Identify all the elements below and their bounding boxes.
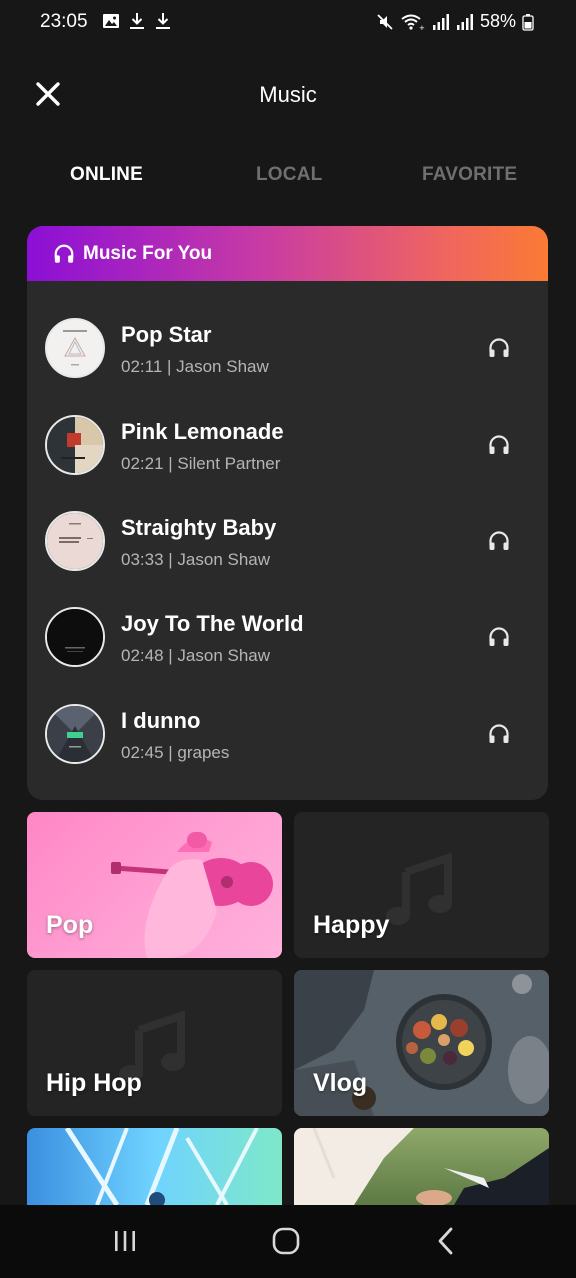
home-icon[interactable] bbox=[268, 1225, 304, 1257]
download-icon bbox=[156, 13, 170, 29]
track-title: Straighty Baby bbox=[121, 515, 277, 540]
category-label: Happy bbox=[313, 911, 390, 939]
headphones-icon[interactable] bbox=[487, 336, 511, 360]
tab-local[interactable]: LOCAL bbox=[256, 164, 322, 186]
category-label: Vlog bbox=[313, 1069, 368, 1097]
track-cover bbox=[45, 607, 105, 667]
track-title: Pop Star bbox=[121, 322, 212, 347]
track-cover bbox=[45, 318, 105, 378]
track-cover bbox=[45, 511, 105, 571]
mute-icon bbox=[377, 13, 393, 30]
card-title: Music For You bbox=[83, 242, 213, 264]
track-meta: 02:48 | Jason Shaw bbox=[121, 646, 271, 665]
headphones-icon[interactable] bbox=[487, 625, 511, 649]
tab-favorite[interactable]: FAVORITE bbox=[422, 164, 517, 186]
headphones-icon[interactable] bbox=[487, 433, 511, 457]
signal-icon bbox=[432, 13, 449, 30]
status-bar: 23:05 + 58% bbox=[0, 0, 576, 46]
headphones-icon[interactable] bbox=[487, 722, 511, 746]
page-title: Music bbox=[259, 82, 317, 107]
status-time: 23:05 bbox=[40, 11, 88, 32]
track-title: Pink Lemonade bbox=[121, 419, 284, 444]
recents-icon[interactable] bbox=[107, 1225, 143, 1257]
battery-icon bbox=[522, 13, 534, 31]
track-meta: 02:21 | Silent Partner bbox=[121, 454, 281, 473]
headphones-icon[interactable] bbox=[487, 529, 511, 553]
svg-text:+: + bbox=[419, 24, 425, 31]
track-item[interactable]: Joy To The World 02:48 | Jason Shaw bbox=[27, 607, 548, 697]
signal-icon bbox=[456, 13, 473, 30]
header: Music bbox=[0, 66, 576, 124]
card-header: Music For You bbox=[27, 226, 548, 281]
track-title: I dunno bbox=[121, 708, 201, 733]
battery-percent: 58% bbox=[479, 11, 516, 31]
category-happy[interactable]: Happy bbox=[294, 812, 549, 958]
track-meta: 02:11 | Jason Shaw bbox=[121, 357, 269, 376]
category-hip-hop[interactable]: Hip Hop bbox=[27, 970, 282, 1116]
status-left-icons bbox=[102, 12, 172, 30]
track-item[interactable]: Straighty Baby 03:33 | Jason Shaw bbox=[27, 511, 548, 601]
track-title: Joy To The World bbox=[121, 611, 304, 636]
system-nav-bar bbox=[0, 1205, 576, 1278]
headphones-icon bbox=[54, 244, 74, 263]
back-icon[interactable] bbox=[429, 1225, 465, 1257]
track-meta: 03:33 | Jason Shaw bbox=[121, 550, 271, 569]
category-pop[interactable]: Pop bbox=[27, 812, 282, 958]
tab-online[interactable]: ONLINE bbox=[70, 164, 143, 186]
category-vlog[interactable]: Vlog bbox=[294, 970, 549, 1116]
track-cover bbox=[45, 704, 105, 764]
category-tile[interactable] bbox=[294, 1128, 549, 1205]
wifi-icon: + bbox=[401, 14, 425, 31]
track-item[interactable]: Pop Star 02:11 | Jason Shaw bbox=[27, 318, 548, 408]
download-icon bbox=[130, 13, 144, 29]
category-tile[interactable] bbox=[27, 1128, 282, 1205]
track-meta: 02:45 | grapes bbox=[121, 743, 230, 762]
track-item[interactable]: Pink Lemonade 02:21 | Silent Partner bbox=[27, 415, 548, 505]
track-item[interactable]: I dunno 02:45 | grapes bbox=[27, 704, 548, 794]
category-label: Hip Hop bbox=[46, 1069, 142, 1097]
tab-bar: ONLINE LOCAL FAVORITE bbox=[0, 164, 576, 196]
image-icon bbox=[103, 14, 119, 28]
category-label: Pop bbox=[46, 911, 94, 939]
concert-cover-image bbox=[64, 1128, 259, 1205]
status-right-icons: + 58% bbox=[376, 11, 534, 32]
wedding-cover-image bbox=[294, 1128, 549, 1205]
music-for-you-card: Music For You Pop Star 02:11 | Jason Sha… bbox=[27, 226, 548, 800]
track-cover bbox=[45, 415, 105, 475]
